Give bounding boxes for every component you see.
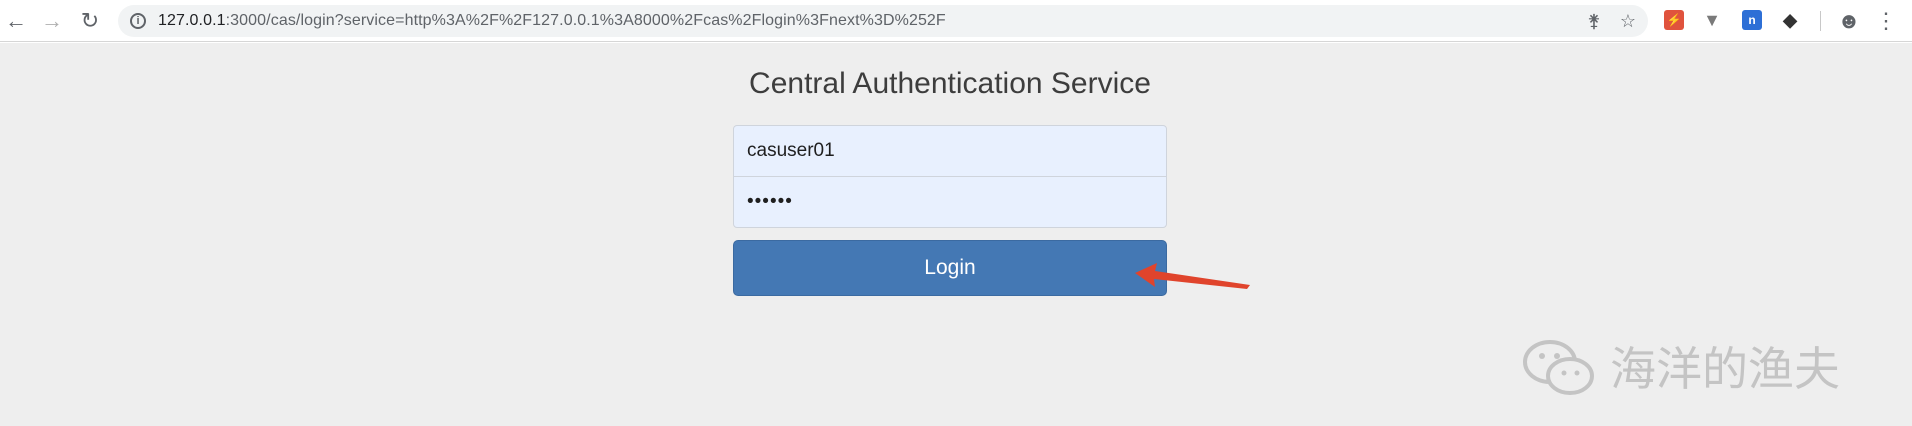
star-icon[interactable]: ☆ (1616, 9, 1640, 33)
watermark: 海洋的渔夫 (1520, 333, 1840, 399)
toolbar-separator (1820, 11, 1821, 31)
page-title: Central Authentication Service (749, 67, 1151, 100)
extension-icon-1[interactable]: ⚡ (1664, 10, 1684, 30)
username-input[interactable] (733, 125, 1167, 177)
url-text[interactable]: 127.0.0.1:3000/cas/login?service=http%3A… (158, 12, 946, 30)
browser-toolbar: ← → ↻ i 127.0.0.1:3000/cas/login?service… (0, 0, 1912, 42)
profile-icon[interactable]: ☻ (1835, 7, 1863, 35)
key-icon[interactable]: ⚵ (1582, 9, 1606, 33)
vue-devtools-icon[interactable]: ▼ (1702, 10, 1722, 30)
password-input[interactable] (733, 176, 1167, 228)
login-button[interactable]: Login (733, 240, 1167, 296)
info-icon[interactable]: i (130, 13, 146, 29)
page-content: Central Authentication Service Login 海洋的… (0, 43, 1912, 426)
url-path: :3000/cas/login?service=http%3A%2F%2F127… (225, 12, 946, 29)
menu-icon[interactable]: ⋮ (1872, 7, 1900, 35)
reload-icon[interactable]: ↻ (76, 7, 104, 35)
evernote-icon[interactable]: ◆ (1780, 10, 1800, 30)
back-icon[interactable]: ← (2, 7, 30, 35)
wechat-icon (1523, 340, 1594, 395)
forward-icon[interactable]: → (38, 7, 66, 35)
url-host: 127.0.0.1 (158, 12, 226, 29)
extension-icon-3[interactable]: n (1742, 10, 1762, 30)
watermark-text: 海洋的渔夫 (1610, 342, 1840, 396)
red-arrow-annotation (1135, 263, 1250, 289)
address-bar[interactable]: i 127.0.0.1:3000/cas/login?service=http%… (118, 5, 1648, 37)
